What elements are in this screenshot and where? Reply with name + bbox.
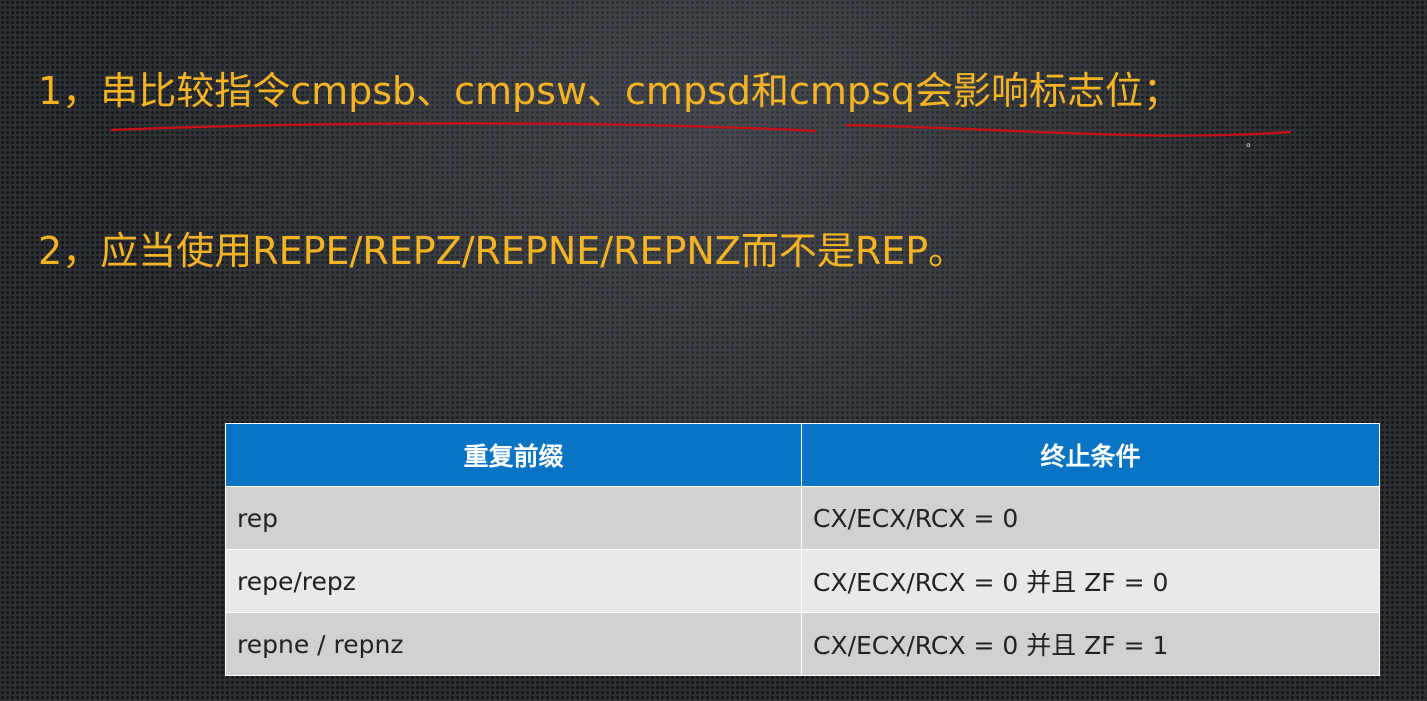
slide: { "slide": { "point1": { "num": "1，", "t… (0, 0, 1427, 701)
red-underline-left (110, 122, 817, 133)
header-repeat-prefix: 重复前缀 (225, 423, 802, 487)
header-termination-condition: 终止条件 (801, 423, 1380, 487)
point-2: 2，应当使用REPE/REPZ/REPNE/REPNZ而不是REP。 (38, 220, 966, 275)
annotation-dot: 。 (1246, 135, 1258, 149)
condition-cell: CX/ECX/RCX = 0 并且 ZF = 1 (801, 612, 1380, 676)
table-row: repne / repnz CX/ECX/RCX = 0 并且 ZF = 1 (225, 612, 1380, 676)
table-header-row: 重复前缀 终止条件 (225, 423, 1380, 487)
prefix-cell: repne / repnz (225, 612, 802, 676)
red-underline-right (845, 123, 1292, 137)
condition-cell: CX/ECX/RCX = 0 并且 ZF = 0 (801, 549, 1380, 613)
point-2-number: 2， (38, 229, 101, 273)
point-1-text: 串比较指令cmpsb、cmpsw、cmpsd和cmpsq会影响标志位； (100, 69, 1181, 113)
table-row: repe/repz CX/ECX/RCX = 0 并且 ZF = 0 (225, 549, 1380, 613)
repeat-prefix-table: 重复前缀 终止条件 rep CX/ECX/RCX = 0 repe/repz C… (225, 423, 1380, 676)
prefix-cell: repe/repz (225, 549, 802, 613)
table-row: rep CX/ECX/RCX = 0 (225, 486, 1380, 550)
prefix-cell: rep (225, 486, 802, 550)
point-1: 1，串比较指令cmpsb、cmpsw、cmpsd和cmpsq会影响标志位； (38, 60, 1181, 115)
point-1-number: 1， (38, 69, 101, 113)
point-2-text: 应当使用REPE/REPZ/REPNE/REPNZ而不是REP。 (100, 229, 967, 273)
condition-cell: CX/ECX/RCX = 0 (801, 486, 1380, 550)
